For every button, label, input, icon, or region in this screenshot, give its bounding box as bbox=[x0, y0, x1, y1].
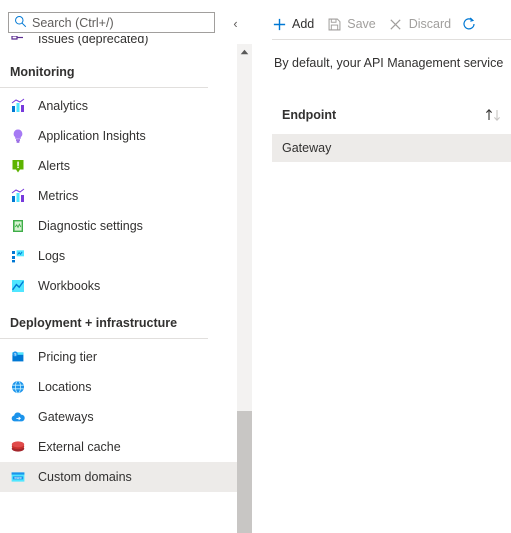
sidebar-item-label: Analytics bbox=[38, 99, 89, 113]
sidebar-item-logs[interactable]: Logs bbox=[0, 241, 237, 271]
external-cache-redis-icon bbox=[10, 439, 26, 455]
sort-ascending-descending-icon[interactable] bbox=[483, 107, 505, 123]
plus-icon bbox=[271, 16, 287, 32]
diagnostic-settings-book-icon bbox=[10, 218, 26, 234]
nav-scroll-area: Issues (deprecated) Monitoring Analytics bbox=[0, 36, 237, 533]
sidebar-item-workbooks[interactable]: Workbooks bbox=[0, 271, 237, 301]
save-button[interactable]: Save bbox=[320, 10, 382, 38]
scroll-up-arrow-icon[interactable] bbox=[237, 44, 252, 60]
grid-header-row: Endpoint bbox=[272, 104, 511, 126]
sidebar-item-gateways[interactable]: Gateways bbox=[0, 402, 237, 432]
sidebar-item-label: Gateways bbox=[38, 410, 94, 424]
collapse-menu-button[interactable]: « bbox=[228, 14, 237, 32]
svg-text:www: www bbox=[14, 476, 22, 480]
sidebar-item-label: Locations bbox=[38, 380, 92, 394]
discard-button-label: Discard bbox=[408, 17, 452, 31]
pricing-tier-icon: $ bbox=[10, 349, 26, 365]
sidebar-item-locations[interactable]: Locations bbox=[0, 372, 237, 402]
blade-description: By default, your API Management service bbox=[274, 56, 504, 70]
sidebar-item-label: Application Insights bbox=[38, 129, 146, 143]
refresh-button[interactable] bbox=[457, 10, 481, 38]
save-floppy-icon bbox=[326, 16, 342, 32]
sidebar-item-issues-deprecated[interactable]: Issues (deprecated) bbox=[0, 36, 237, 50]
sidebar-item-label: External cache bbox=[38, 440, 121, 454]
logs-icon bbox=[10, 248, 26, 264]
sidebar-item-label: Custom domains bbox=[38, 470, 132, 484]
sidebar-item-label: Workbooks bbox=[38, 279, 101, 293]
nav-group-monitoring: Monitoring bbox=[0, 50, 237, 87]
analytics-chart-icon bbox=[10, 98, 26, 114]
workbooks-icon bbox=[10, 278, 26, 294]
scrollbar-thumb[interactable] bbox=[237, 411, 252, 533]
sidebar-item-pricing-tier[interactable]: $ Pricing tier bbox=[0, 342, 237, 372]
sidebar-item-custom-domains[interactable]: www Custom domains bbox=[0, 462, 237, 492]
sidebar-item-label: Diagnostic settings bbox=[38, 219, 143, 233]
sidebar-item-external-cache[interactable]: External cache bbox=[0, 432, 237, 462]
resource-menu-sidebar: « Issues (deprecated) Monitoring bbox=[0, 0, 237, 533]
custom-domains-blade: Add Save Discard By default, your API Ma… bbox=[265, 0, 511, 533]
application-insights-bulb-icon bbox=[10, 128, 26, 144]
sidebar-item-label: Alerts bbox=[38, 159, 70, 173]
table-row[interactable]: Gateway bbox=[272, 134, 511, 162]
add-button[interactable]: Add bbox=[265, 10, 320, 38]
refresh-icon bbox=[461, 16, 477, 32]
command-bar-divider bbox=[272, 39, 511, 40]
nav-group-title: Monitoring bbox=[10, 65, 75, 79]
column-header-endpoint[interactable]: Endpoint bbox=[272, 108, 483, 122]
sidebar-item-analytics[interactable]: Analytics bbox=[0, 91, 237, 121]
gateways-cloud-icon bbox=[10, 409, 26, 425]
sidebar-item-alerts[interactable]: Alerts bbox=[0, 151, 237, 181]
search-box[interactable] bbox=[8, 12, 215, 33]
nav-group-title: Deployment + infrastructure bbox=[10, 316, 178, 330]
cell-endpoint: Gateway bbox=[282, 141, 332, 155]
sidebar-item-diagnostic-settings[interactable]: Diagnostic settings bbox=[0, 211, 237, 241]
azure-portal-screen: « Issues (deprecated) Monitoring bbox=[0, 0, 511, 533]
sidebar-item-label: Metrics bbox=[38, 189, 79, 203]
alerts-exclamation-icon bbox=[10, 158, 26, 174]
sidebar-item-label: Issues (deprecated) bbox=[38, 36, 149, 46]
nav-group-divider bbox=[0, 87, 208, 88]
search-input[interactable] bbox=[32, 15, 207, 30]
close-x-icon bbox=[388, 16, 404, 32]
add-button-label: Add bbox=[292, 17, 315, 31]
metrics-chart-icon bbox=[10, 188, 26, 204]
sidebar-scrollbar[interactable] bbox=[237, 44, 252, 533]
issues-icon bbox=[10, 36, 26, 47]
command-bar: Add Save Discard bbox=[265, 10, 481, 38]
custom-domains-browser-icon: www bbox=[10, 469, 26, 485]
sidebar-item-label: Pricing tier bbox=[38, 350, 98, 364]
sidebar-item-label: Logs bbox=[38, 249, 66, 263]
discard-button[interactable]: Discard bbox=[382, 10, 457, 38]
nav-group-deployment-infrastructure: Deployment + infrastructure bbox=[0, 301, 237, 338]
save-button-label: Save bbox=[347, 17, 376, 31]
nav-group-divider bbox=[0, 338, 208, 339]
sidebar-item-application-insights[interactable]: Application Insights bbox=[0, 121, 237, 151]
chevron-double-left-icon: « bbox=[233, 17, 237, 30]
sidebar-item-metrics[interactable]: Metrics bbox=[0, 181, 237, 211]
locations-globe-icon bbox=[10, 379, 26, 395]
search-icon bbox=[14, 15, 27, 31]
